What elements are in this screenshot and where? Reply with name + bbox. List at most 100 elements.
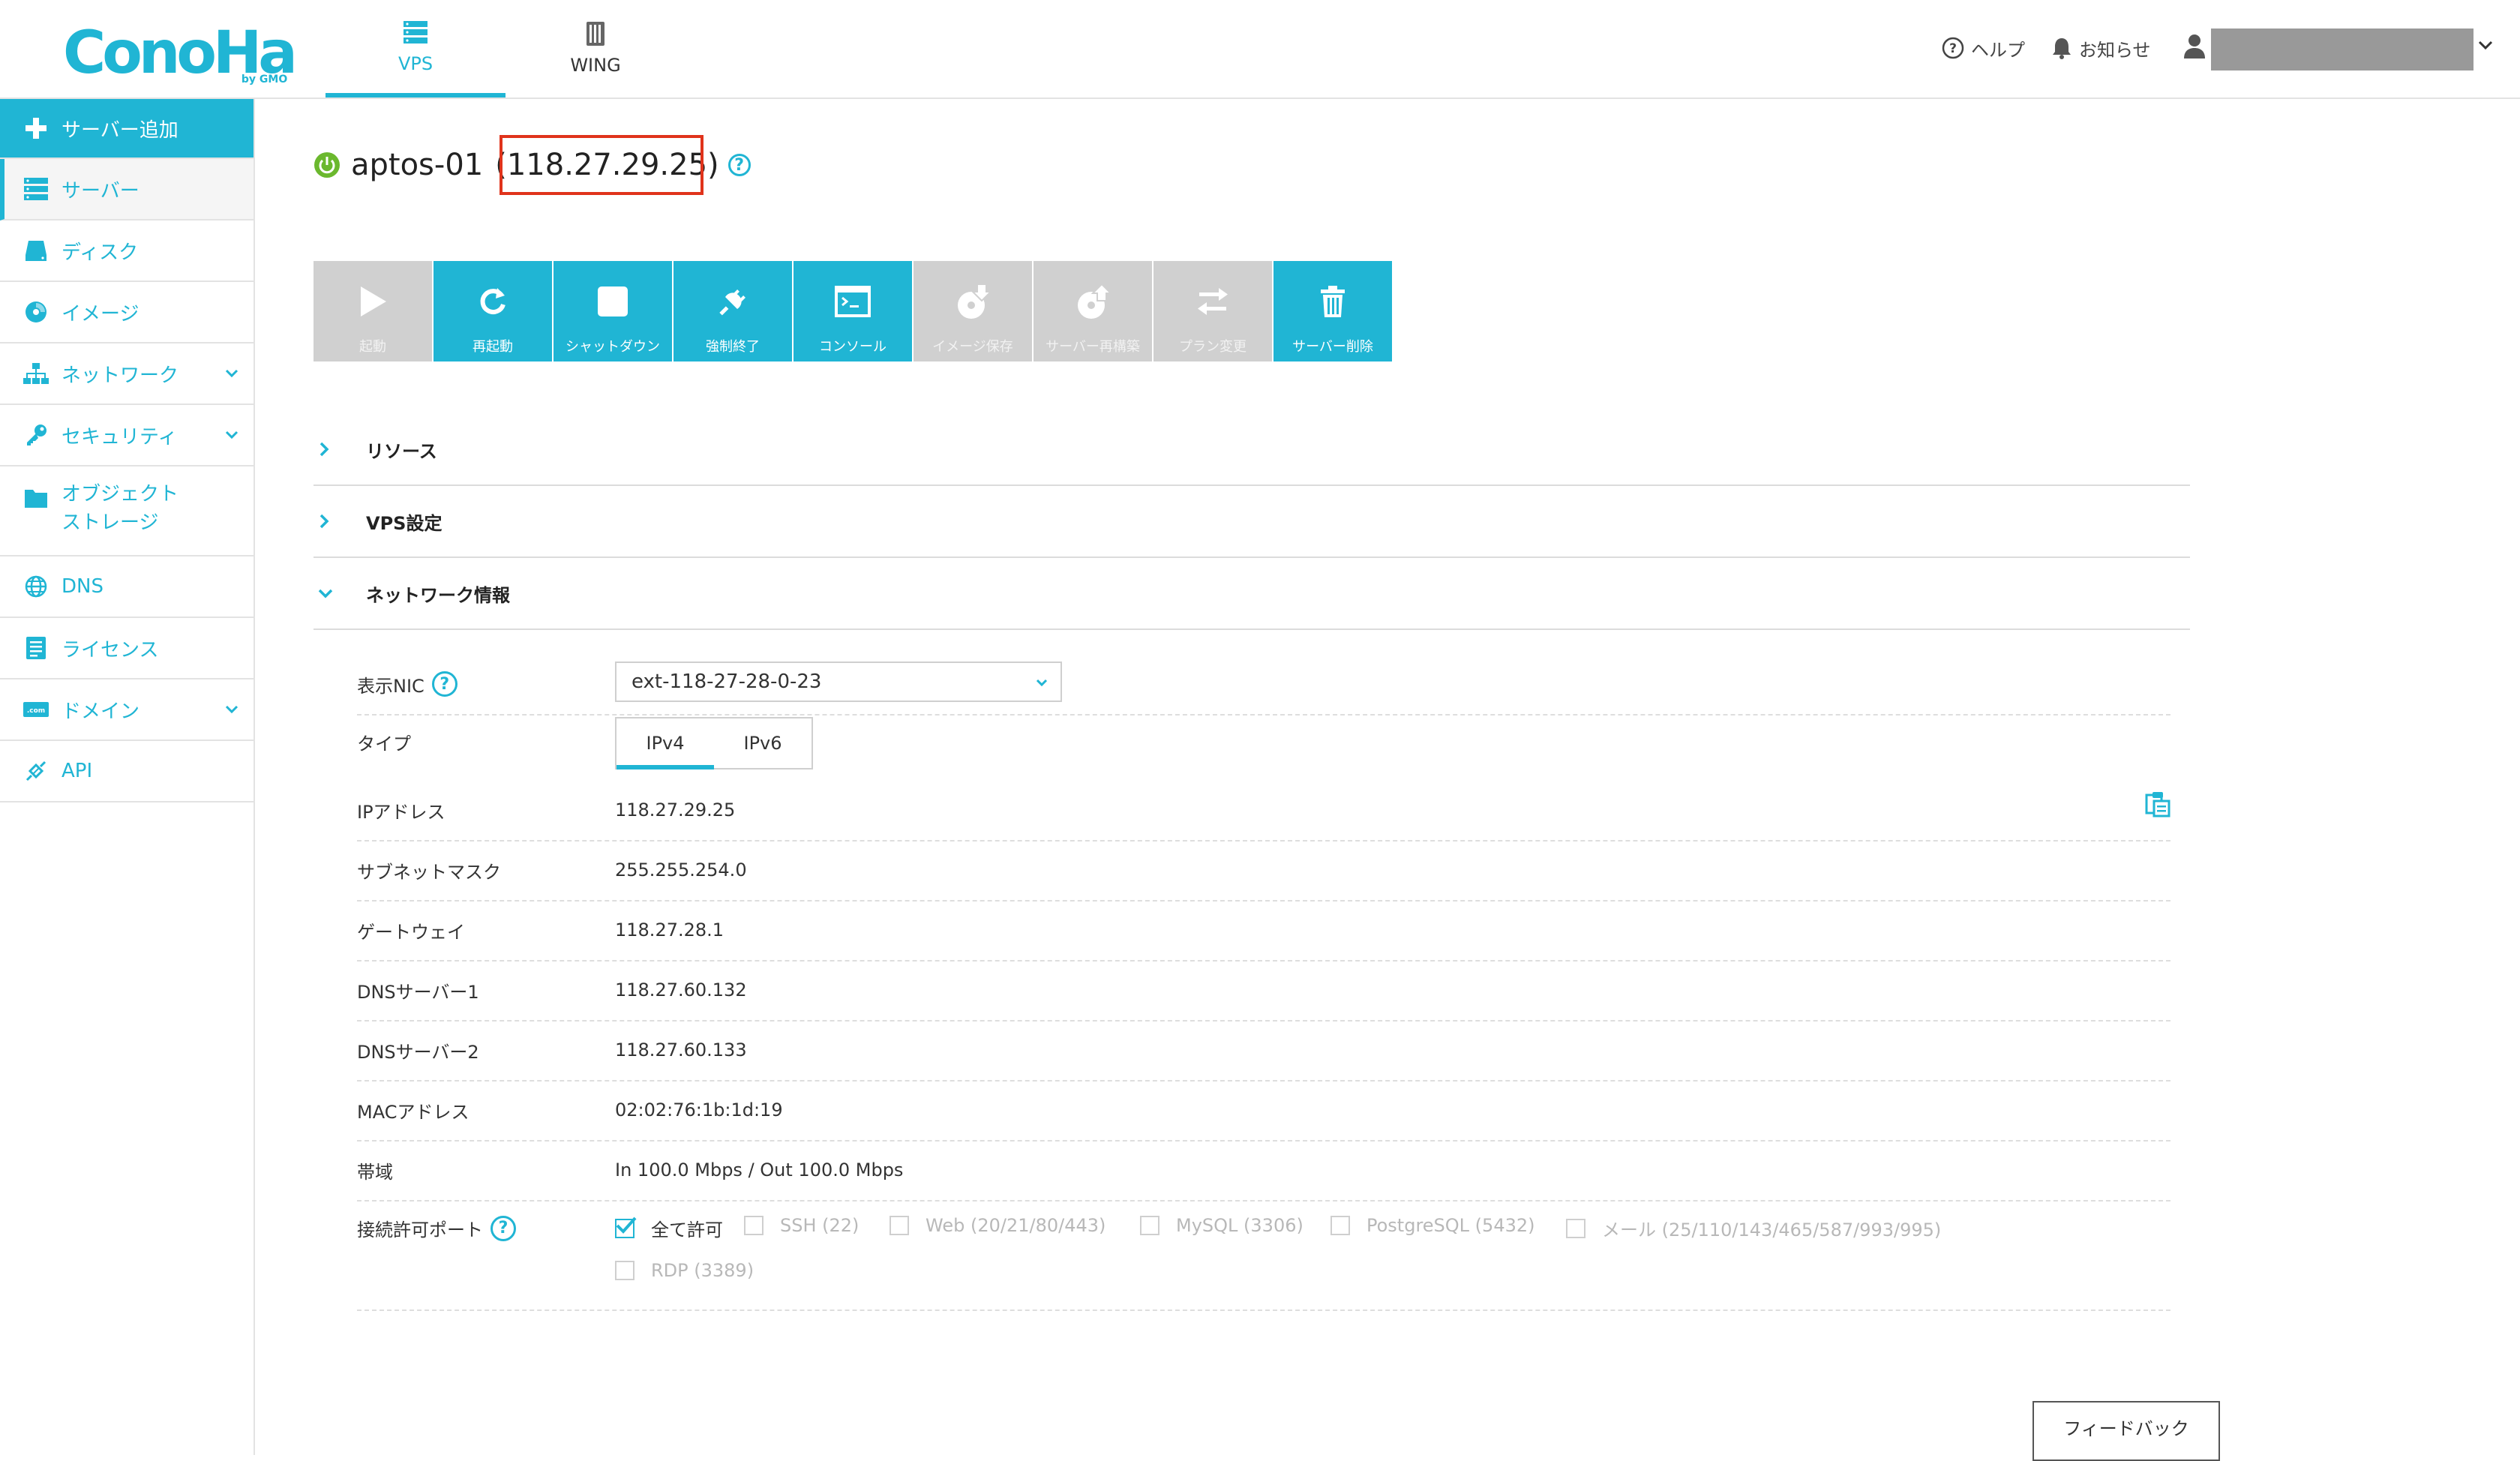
notifications-link[interactable]: お知らせ xyxy=(2050,33,2151,63)
ports-label-text: 接続許可ポート xyxy=(357,1220,483,1240)
port-label: 全て許可 xyxy=(651,1220,723,1240)
sidebar-item-label: サーバー xyxy=(62,179,140,202)
start-button[interactable]: 起動 xyxy=(314,261,432,362)
server-icon xyxy=(21,174,51,204)
key-icon xyxy=(21,420,51,450)
sidebar-item-label: サーバー追加 xyxy=(62,118,178,142)
row-label: サブネットマスク xyxy=(357,861,501,883)
svg-text:.com: .com xyxy=(27,707,45,715)
chevron-down-icon[interactable] xyxy=(2476,36,2494,54)
port-label: Web (20/21/80/443) xyxy=(926,1215,1106,1236)
section-title: ネットワーク情報 xyxy=(366,584,510,606)
port-postgresql-checkbox[interactable]: PostgreSQL (5432) xyxy=(1330,1215,1534,1236)
delete-server-label: サーバー削除 xyxy=(1292,339,1373,355)
row-label: DNSサーバー2 xyxy=(357,1041,479,1063)
ip-type-toggle: IPv4 IPv6 xyxy=(615,717,813,770)
sidebar-item-license[interactable]: ライセンス xyxy=(0,618,254,680)
sidebar-item-disk[interactable]: ディスク xyxy=(0,220,254,282)
force-stop-button[interactable]: 強制終了 xyxy=(674,261,792,362)
checkbox-icon xyxy=(1140,1216,1160,1235)
chevron-down-icon xyxy=(1034,674,1050,690)
chevron-down-icon xyxy=(224,428,240,442)
label-line-1: オブジェクト xyxy=(62,483,179,506)
tab-vps[interactable]: VPS xyxy=(326,0,506,98)
ipv4-tab[interactable]: IPv4 xyxy=(616,718,714,770)
force-stop-label: 強制終了 xyxy=(706,339,760,355)
sidebar-item-dns[interactable]: DNS xyxy=(0,556,254,618)
subnet-mask-row: サブネットマスク 255.255.254.0 xyxy=(357,840,2170,902)
sidebar-item-image[interactable]: イメージ xyxy=(0,282,254,344)
sidebar-item-label: ネットワーク xyxy=(62,364,179,387)
plan-change-button[interactable]: プラン変更 xyxy=(1154,261,1272,362)
section-vps-settings[interactable]: VPS設定 xyxy=(314,486,2190,558)
checkbox-icon xyxy=(615,1261,634,1280)
delete-server-button[interactable]: サーバー削除 xyxy=(1274,261,1392,362)
license-icon xyxy=(21,633,51,663)
port-label: PostgreSQL (5432) xyxy=(1366,1215,1535,1236)
sidebar-item-servers[interactable]: サーバー xyxy=(0,159,254,220)
row-value: 255.255.254.0 xyxy=(615,860,747,880)
console-button[interactable]: コンソール xyxy=(794,261,912,362)
sidebar-item-label: ディスク xyxy=(62,241,139,264)
plus-icon xyxy=(21,113,51,143)
section-resources[interactable]: リソース xyxy=(314,414,2190,486)
plug-icon xyxy=(715,282,751,321)
dns2-row: DNSサーバー2 118.27.60.133 xyxy=(357,1020,2170,1082)
console-label: コンソール xyxy=(819,339,886,355)
section-network-info[interactable]: ネットワーク情報 xyxy=(314,558,2190,630)
port-web-checkbox[interactable]: Web (20/21/80/443) xyxy=(890,1215,1106,1236)
row-value: 118.27.29.25 xyxy=(615,800,736,820)
rebuild-button[interactable]: サーバー再構築 xyxy=(1034,261,1152,362)
checkbox-icon xyxy=(890,1216,909,1235)
sidebar-item-network[interactable]: ネットワーク xyxy=(0,344,254,405)
port-mail-checkbox[interactable]: メール (25/110/143/465/587/993/995) xyxy=(1566,1215,1941,1241)
help-icon[interactable]: ? xyxy=(728,154,751,176)
sidebar-item-domain[interactable]: .com ドメイン xyxy=(0,680,254,741)
api-icon xyxy=(21,756,51,786)
bell-icon xyxy=(2050,36,2079,60)
ipv6-label: IPv6 xyxy=(743,733,782,754)
sidebar-item-label: イメージ xyxy=(62,302,140,326)
power-status-icon xyxy=(314,152,340,178)
help-link[interactable]: ? ヘルプ xyxy=(1941,33,2025,63)
bandwidth-row: 帯域 In 100.0 Mbps / Out 100.0 Mbps xyxy=(357,1140,2170,1202)
image-save-label: イメージ保存 xyxy=(932,339,1013,355)
tab-vps-label: VPS xyxy=(398,53,434,74)
chevron-down-icon xyxy=(316,586,339,601)
row-label: ゲートウェイ xyxy=(357,921,465,943)
shutdown-button[interactable]: シャットダウン xyxy=(554,261,672,362)
port-ssh-checkbox[interactable]: SSH (22) xyxy=(744,1215,859,1236)
port-rdp-checkbox[interactable]: RDP (3389) xyxy=(615,1260,754,1281)
port-label: MySQL (3306) xyxy=(1176,1215,1304,1236)
ipv6-tab[interactable]: IPv6 xyxy=(714,718,812,768)
row-value: In 100.0 Mbps / Out 100.0 Mbps xyxy=(615,1160,904,1180)
image-save-button[interactable]: イメージ保存 xyxy=(914,261,1032,362)
server-stack-icon xyxy=(402,19,429,46)
port-mysql-checkbox[interactable]: MySQL (3306) xyxy=(1140,1215,1304,1236)
sidebar-item-security[interactable]: セキュリティ xyxy=(0,405,254,466)
user-account-redacted[interactable] xyxy=(2211,28,2474,70)
help-icon[interactable]: ? xyxy=(431,671,458,697)
row-label: DNSサーバー1 xyxy=(357,981,479,1003)
sidebar-item-object-storage[interactable]: オブジェクト ストレージ xyxy=(0,466,254,556)
ipv4-label: IPv4 xyxy=(646,733,685,754)
dns1-row: DNSサーバー1 118.27.60.132 xyxy=(357,960,2170,1022)
feedback-button[interactable]: フィードバック xyxy=(2032,1401,2220,1461)
conoha-logo[interactable]: ConoHa by GMO xyxy=(63,15,298,86)
nic-select[interactable]: ext-118-27-28-0-23 xyxy=(615,662,1062,702)
port-allow-all-checkbox[interactable]: 全て許可 xyxy=(615,1215,723,1241)
wing-server-icon xyxy=(582,20,609,47)
row-label: MACアドレス xyxy=(357,1101,470,1123)
restart-button[interactable]: 再起動 xyxy=(434,261,552,362)
help-icon: ? xyxy=(1941,36,1971,60)
section-title: VPS設定 xyxy=(366,512,442,534)
tab-wing[interactable]: WING xyxy=(506,0,686,96)
notifications-label: お知らせ xyxy=(2079,39,2151,61)
rebuild-icon xyxy=(1075,282,1111,321)
sidebar-item-add-server[interactable]: サーバー追加 xyxy=(0,99,254,159)
checkbox-icon xyxy=(1330,1216,1350,1235)
server-action-toolbar: 起動 再起動 シャットダウン 強制終了 コンソール イメージ保存 サーバー再構築… xyxy=(314,261,1394,362)
sidebar-item-api[interactable]: API xyxy=(0,741,254,802)
help-icon[interactable]: ? xyxy=(490,1215,516,1241)
user-icon[interactable] xyxy=(2182,33,2206,60)
